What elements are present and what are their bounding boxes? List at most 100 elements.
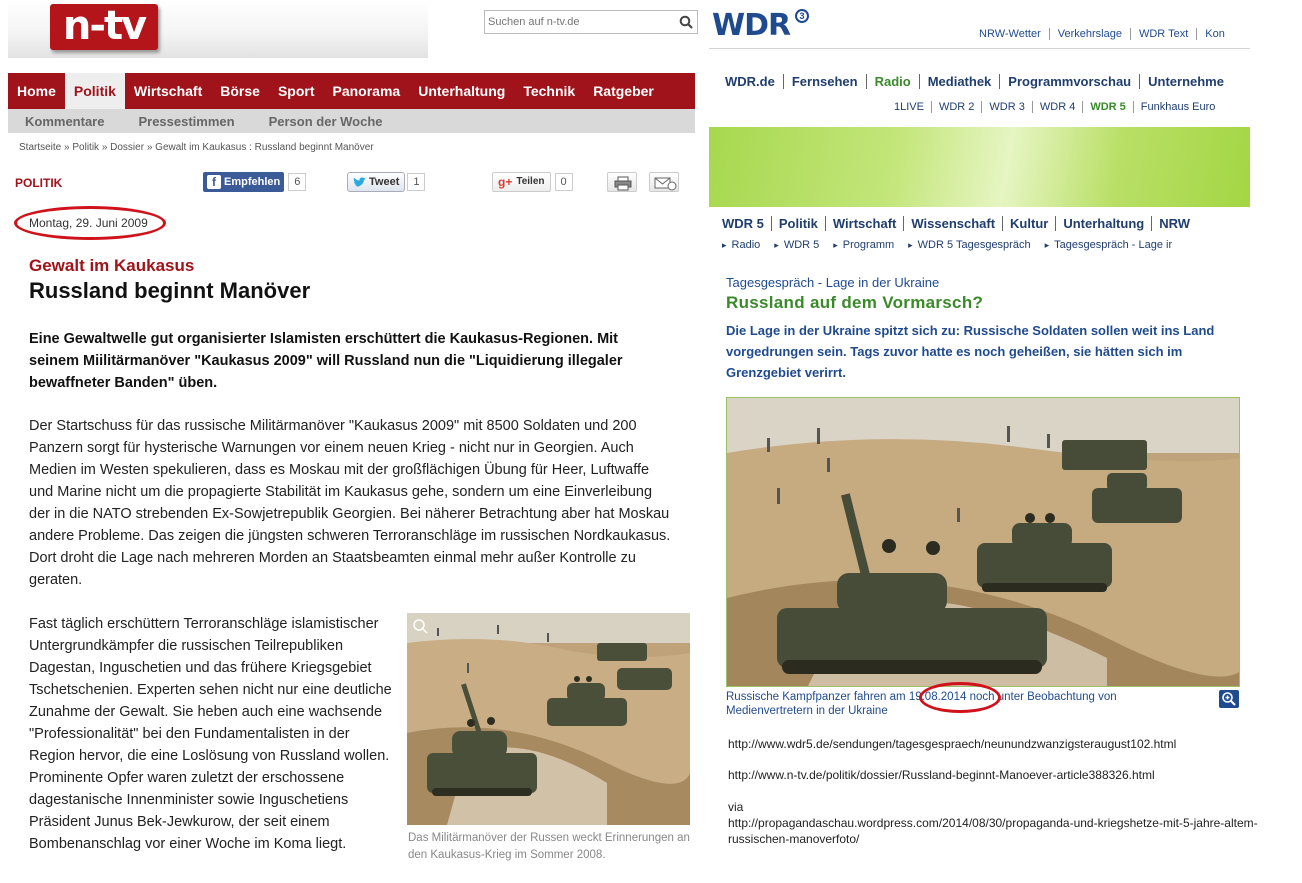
gplus-count: 0 [554,173,573,191]
subnav-wdr4[interactable]: WDR 4 [1031,101,1082,113]
subnav-item-person-der-woche[interactable]: Person der Woche [252,114,400,129]
subnav-wdr3[interactable]: WDR 3 [981,101,1031,113]
ntv-page: n-tv Home Politik Wirtschaft Börse Sport… [0,0,700,883]
breadcrumb: Radio WDR 5 Programm WDR 5 Tagesgespräch… [722,239,1173,251]
article-body-paragraph-1: Der Startschuss für das russische Militä… [29,418,671,588]
section-nav-kultur[interactable]: Kultur [1002,216,1055,231]
nav-item-unterhaltung[interactable]: Unterhaltung [409,73,514,109]
crumb-tagesgespraech[interactable]: WDR 5 Tagesgespräch [908,239,1031,251]
ntv-search-box [484,10,698,34]
mainnav-radio[interactable]: Radio [865,74,919,89]
subnav-funkhaus-europa[interactable]: Funkhaus Euro [1132,101,1223,113]
gplus-share-button[interactable]: g+ Teilen [492,172,551,192]
facebook-count: 6 [288,173,307,191]
mainnav-fernsehen[interactable]: Fernsehen [782,74,866,89]
search-input[interactable] [485,11,665,33]
nav-item-politik[interactable]: Politik [64,73,125,109]
facebook-share: f Empfehlen 6 [203,172,307,192]
photo-caption: Das Militärmanöver der Russen weckt Erin… [408,832,690,861]
topnav-nrw-wetter[interactable]: NRW-Wetter [971,28,1049,40]
twitter-bird-icon [353,176,366,187]
wdr-logo-mark: 3 [795,9,809,23]
article-kicker: Gewalt im Kaukasus [29,256,195,275]
ntv-main-nav: Home Politik Wirtschaft Börse Sport Pano… [8,73,695,109]
subnav-wdr5[interactable]: WDR 5 [1082,101,1132,113]
facebook-recommend-button[interactable]: f Empfehlen [203,172,285,192]
magnifier-plus-icon [1222,692,1236,706]
crumb-programm[interactable]: Programm [833,239,894,251]
article-lead: Die Lage in der Ukraine spitzt sich zu: … [726,323,1215,380]
subnav-item-pressestimmen[interactable]: Pressestimmen [121,114,251,129]
breadcrumb[interactable]: Startseite » Politik » Dossier » Gewalt … [19,142,374,153]
article-title: Russland beginnt Manöver [29,278,311,303]
wdr5-section-nav: WDR 5 Politik Wirtschaft Wissenschaft Ku… [722,216,1197,231]
topnav-kontakt[interactable]: Kon [1196,28,1233,40]
subnav-item-kommentare[interactable]: Kommentare [8,114,121,129]
source-url-ntv[interactable]: http://www.n-tv.de/politik/dossier/Russl… [728,768,1155,782]
nav-item-boerse[interactable]: Börse [211,73,269,109]
topnav-wdr-text[interactable]: WDR Text [1129,28,1196,40]
section-nav-wdr5[interactable]: WDR 5 [722,216,771,231]
section-nav-wirtschaft[interactable]: Wirtschaft [824,216,903,231]
tank-photo-illustration [407,613,690,825]
crumb-current[interactable]: Tagesgespräch - Lage ir [1045,239,1172,251]
date-highlight-ellipse [14,206,166,240]
facebook-label: Empfehlen [224,176,281,188]
ntv-sub-nav: Kommentare Pressestimmen Person der Woch… [8,109,695,133]
zoom-button[interactable] [1219,690,1239,708]
mainnav-unternehmen[interactable]: Unternehme [1139,74,1232,89]
twitter-count: 1 [407,173,426,191]
wdr-main-nav: WDR.de Fernsehen Radio Mediathek Program… [725,74,1232,89]
tank-photo[interactable] [726,397,1240,687]
nav-item-panorama[interactable]: Panorama [324,73,410,109]
wdr-page: WDR 3 NRW-Wetter Verkehrslage WDR Text K… [709,0,1302,883]
divider [709,48,1250,49]
source-url-propagandaschau[interactable]: http://propagandaschau.wordpress.com/201… [728,816,1258,830]
article-lead: Eine Gewaltwelle gut organisierter Islam… [29,331,623,391]
section-nav-unterhaltung[interactable]: Unterhaltung [1055,216,1151,231]
section-nav-wissenschaft[interactable]: Wissenschaft [903,216,1002,231]
subnav-1live[interactable]: 1LIVE [887,101,931,113]
crumb-radio[interactable]: Radio [722,239,761,251]
google-plus-icon: g+ [498,175,513,189]
gplus-label: Teilen [516,176,545,187]
article-kicker: Tagesgespräch - Lage in der Ukraine [726,275,940,290]
nav-item-ratgeber[interactable]: Ratgeber [584,73,663,109]
topnav-verkehrslage[interactable]: Verkehrslage [1048,28,1130,40]
section-label: POLITIK [15,176,63,190]
via-label: via [728,800,744,814]
nav-item-wirtschaft[interactable]: Wirtschaft [125,73,211,109]
mainnav-mediathek[interactable]: Mediathek [918,74,1000,89]
wdr-logo[interactable]: WDR [712,8,791,43]
printer-icon [614,176,632,191]
section-nav-politik[interactable]: Politik [770,216,825,231]
date-highlight-ellipse [919,682,1001,713]
source-url-wdr5[interactable]: http://www.wdr5.de/sendungen/tagesgespra… [728,737,1176,751]
nav-item-technik[interactable]: Technik [514,73,584,109]
mainnav-wdr-de[interactable]: WDR.de [725,74,783,89]
source-url-propagandaschau-cont[interactable]: russischen-manoverfoto/ [728,832,859,846]
tank-photo-illustration [727,398,1239,686]
search-icon[interactable] [679,15,693,29]
print-button[interactable] [607,172,637,192]
wdr-radio-subnav: 1LIVE WDR 2 WDR 3 WDR 4 WDR 5 Funkhaus E… [887,101,1222,113]
nav-item-sport[interactable]: Sport [269,73,324,109]
section-nav-nrw[interactable]: NRW [1151,216,1197,231]
article-title: Russland auf dem Vormarsch? [726,293,984,312]
facebook-icon: f [207,175,221,189]
tank-photo[interactable] [407,613,690,825]
article-body-paragraph-2: Fast täglich erschüttern Terroranschläge… [29,616,392,852]
subnav-wdr2[interactable]: WDR 2 [930,101,981,113]
caption-text-before: Russische Kampfpanzer fahren am [726,691,909,703]
crumb-wdr5[interactable]: WDR 5 [774,239,819,251]
tweet-button[interactable]: Tweet [347,172,406,192]
tweet-label: Tweet [369,176,400,188]
ntv-logo[interactable]: n-tv [50,4,158,50]
wdr5-banner [709,127,1250,207]
gplus-share: g+ Teilen 0 [492,172,573,192]
nav-item-home[interactable]: Home [8,73,65,109]
email-button[interactable] [649,172,679,192]
twitter-share: Tweet 1 [347,172,426,192]
mainnav-programmvorschau[interactable]: Programmvorschau [999,74,1139,89]
mail-icon [654,177,677,191]
